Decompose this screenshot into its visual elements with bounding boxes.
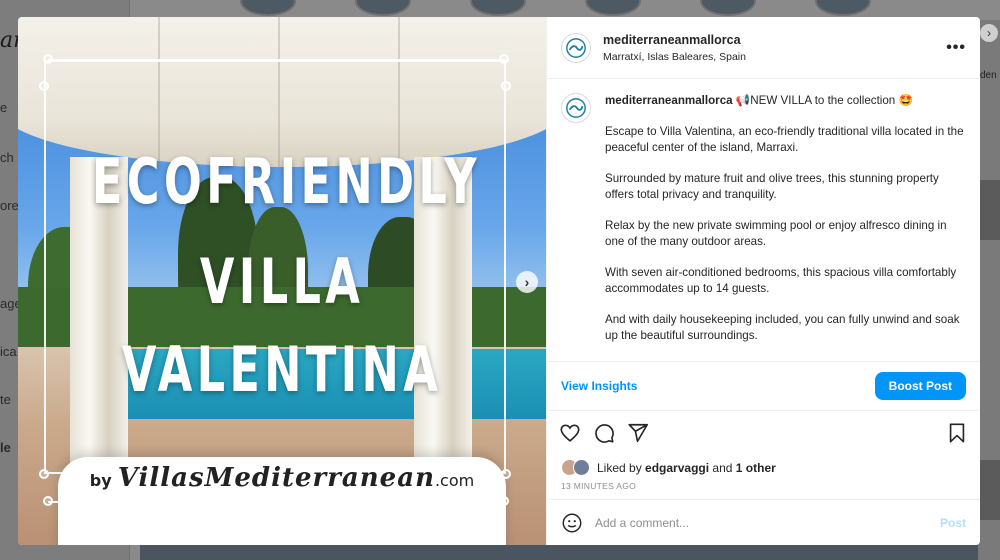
background-story: [700, 0, 756, 16]
caption: mediterraneanmallorca 📢NEW VILLA to the …: [547, 79, 980, 361]
post-comment-button[interactable]: Post: [940, 516, 966, 530]
background-nav-item: ore: [0, 198, 19, 213]
comment-bar: Post: [547, 499, 980, 545]
emoji-icon[interactable]: [561, 512, 583, 534]
post-header: mediterraneanmallorca Marratxí, Islas Ba…: [547, 17, 980, 79]
more-options-icon[interactable]: •••: [946, 39, 966, 57]
next-image-button[interactable]: ›: [516, 271, 538, 293]
carousel-dot: [304, 525, 310, 531]
post-timestamp: 13 MINUTES AGO: [561, 481, 637, 491]
image-headline-line: ECOFRIENDLY: [91, 145, 481, 218]
carousel-dot: [254, 525, 260, 531]
background-nav-item: le: [0, 440, 11, 455]
carousel-dot: [294, 525, 300, 531]
heart-icon[interactable]: [559, 422, 581, 444]
background-nav-item: ch: [0, 150, 14, 165]
likes-summary: Liked by edgarvaggi and 1 other: [547, 455, 980, 481]
background-right-column: den: [978, 20, 1000, 560]
comment-icon[interactable]: [593, 422, 615, 444]
background-next-icon: ›: [980, 24, 998, 42]
background-nav-item: ica: [0, 344, 17, 359]
comment-input[interactable]: [595, 515, 940, 530]
caption-headline: 📢NEW VILLA to the collection 🤩: [735, 94, 913, 107]
header-location[interactable]: Marratxí, Islas Baleares, Spain: [603, 51, 946, 63]
byline-brand: VillasMediterranean: [117, 463, 435, 493]
liker-avatars: [561, 459, 593, 477]
avatar[interactable]: [561, 32, 591, 63]
bookmark-icon[interactable]: [946, 422, 968, 444]
caption-username[interactable]: mediterraneanmallorca: [605, 94, 733, 107]
post-side-panel: mediterraneanmallorca Marratxí, Islas Ba…: [546, 17, 980, 545]
header-username[interactable]: mediterraneanmallorca: [603, 33, 946, 47]
carousel-dot: [234, 525, 240, 531]
view-insights-link[interactable]: View Insights: [561, 379, 637, 393]
carousel-dot: [324, 525, 330, 531]
insights-row: View Insights Boost Post: [547, 361, 980, 411]
likes-others-link[interactable]: 1 other: [736, 461, 776, 475]
caption-paragraph: With seven air-conditioned bedrooms, thi…: [605, 266, 957, 295]
image-headline-line: VALENTINA: [121, 333, 443, 406]
carousel-dot: [264, 525, 270, 531]
image-headline-line: VILLA: [199, 245, 365, 318]
liker-username[interactable]: edgarvaggi: [645, 461, 709, 475]
carousel-dot: [284, 525, 290, 531]
boost-post-button[interactable]: Boost Post: [874, 372, 966, 400]
action-bar: [547, 411, 980, 455]
background-feed-strip: [140, 544, 1000, 560]
post-image: ECOFRIENDLY VILLA VALENTINA by VillasMed…: [18, 17, 546, 545]
carousel-dot: [274, 525, 280, 531]
background-right-text: den: [980, 70, 997, 81]
caption-paragraph: Surrounded by mature fruit and olive tre…: [605, 172, 939, 201]
background-thumbnail: [980, 460, 1000, 520]
background-story: [470, 0, 526, 16]
share-icon[interactable]: [627, 422, 649, 444]
caption-paragraph: Escape to Villa Valentina, an eco-friend…: [605, 125, 964, 154]
background-story: [815, 0, 871, 16]
caption-body: mediterraneanmallorca 📢NEW VILLA to the …: [605, 93, 966, 361]
background-story: [355, 0, 411, 16]
caption-paragraph: And with daily housekeeping included, yo…: [605, 313, 960, 342]
wave-logo-icon: [566, 37, 586, 58]
background-nav-item: te: [0, 392, 11, 407]
image-byline: by VillasMediterranean.com: [18, 463, 546, 493]
carousel-pager: [18, 525, 546, 531]
avatar[interactable]: [561, 93, 591, 123]
background-story: [240, 0, 296, 16]
post-modal: ECOFRIENDLY VILLA VALENTINA by VillasMed…: [18, 17, 980, 545]
byline-domain: .com: [434, 471, 475, 490]
background-nav-item: e: [0, 100, 8, 115]
background-thumbnail: [980, 180, 1000, 240]
chevron-right-icon: ›: [524, 274, 530, 290]
byline-by: by: [89, 471, 112, 490]
carousel-dot: [314, 525, 320, 531]
carousel-dot: [244, 525, 250, 531]
caption-paragraph: Relax by the new private swimming pool o…: [605, 219, 947, 248]
wave-logo-icon: [566, 98, 586, 118]
avatar: [573, 459, 590, 476]
background-story: [585, 0, 641, 16]
